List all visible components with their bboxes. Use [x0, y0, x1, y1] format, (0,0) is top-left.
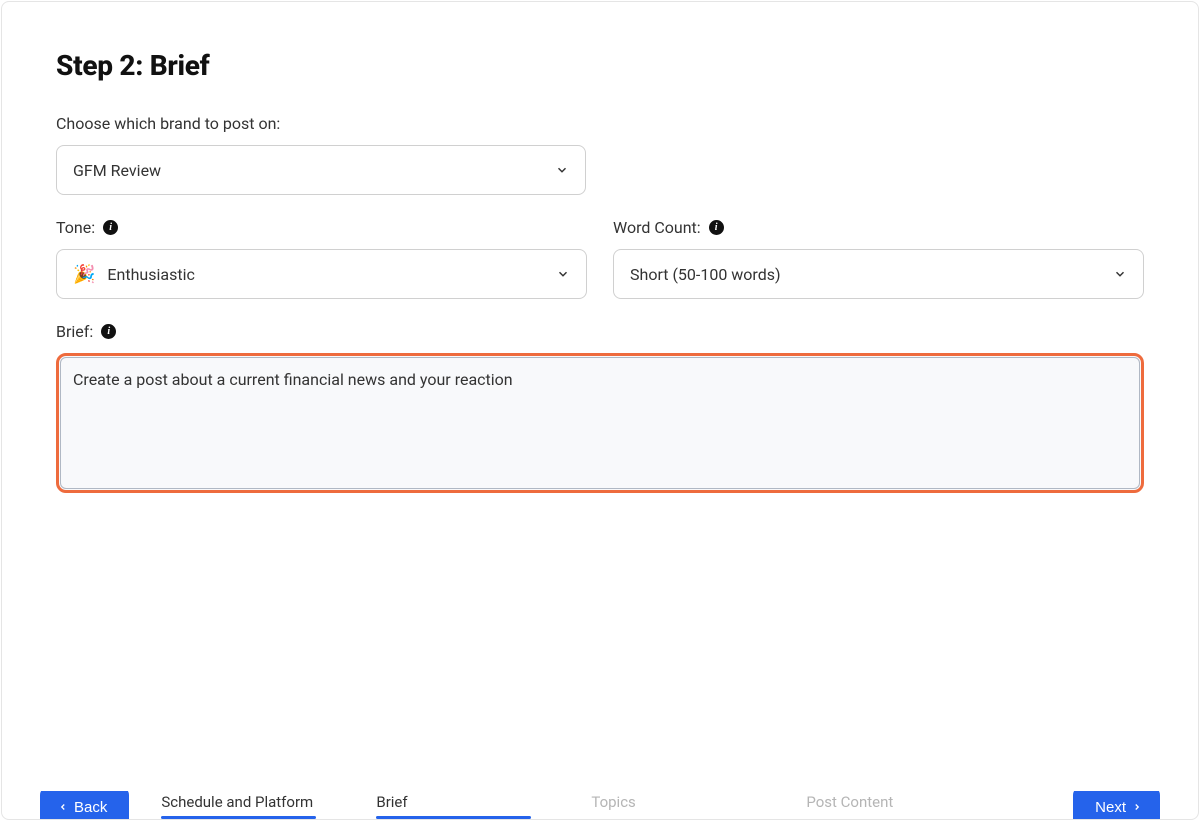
tone-field: Tone: i 🎉 Enthusiastic: [56, 218, 587, 299]
chevron-down-icon: [556, 267, 570, 281]
chevron-down-icon: [555, 163, 569, 177]
next-button-label: Next: [1095, 799, 1126, 816]
step-title: Step 2: Brief: [56, 49, 1144, 82]
progress-steps: Schedule and Platform Brief Topics Post …: [161, 793, 1073, 817]
wizard-footer: Back Schedule and Platform Brief Topics …: [2, 791, 1198, 819]
brief-textarea[interactable]: [56, 353, 1144, 493]
word-count-label: Word Count: i: [613, 218, 1144, 237]
next-button[interactable]: Next: [1073, 791, 1160, 819]
info-icon[interactable]: i: [103, 220, 118, 235]
brand-field: Choose which brand to post on: GFM Revie…: [56, 114, 1144, 195]
step-topics[interactable]: Topics: [591, 793, 746, 817]
brand-select[interactable]: GFM Review: [56, 145, 586, 195]
tone-selected-value: Enthusiastic: [107, 265, 194, 284]
chevron-right-icon: [1132, 802, 1142, 812]
tone-select[interactable]: 🎉 Enthusiastic: [56, 249, 587, 299]
tone-label: Tone: i: [56, 218, 587, 237]
chevron-down-icon: [1113, 267, 1127, 281]
back-button-label: Back: [74, 799, 107, 816]
brand-label-text: Choose which brand to post on:: [56, 114, 280, 133]
brief-field: Brief: i: [56, 322, 1144, 497]
brief-label-text: Brief:: [56, 322, 93, 341]
step-schedule-and-platform[interactable]: Schedule and Platform: [161, 793, 316, 817]
back-button[interactable]: Back: [40, 791, 129, 819]
wizard-panel: Step 2: Brief Choose which brand to post…: [1, 1, 1199, 820]
tone-label-text: Tone:: [56, 218, 95, 237]
chevron-left-icon: [58, 802, 68, 812]
word-count-selected-value: Short (50-100 words): [630, 265, 781, 284]
party-popper-icon: 🎉: [73, 264, 95, 285]
word-count-label-text: Word Count:: [613, 218, 701, 237]
brand-label: Choose which brand to post on:: [56, 114, 1144, 133]
brand-selected-value: GFM Review: [73, 161, 161, 180]
word-count-field: Word Count: i Short (50-100 words): [613, 218, 1144, 299]
info-icon[interactable]: i: [709, 220, 724, 235]
word-count-select[interactable]: Short (50-100 words): [613, 249, 1144, 299]
step-brief[interactable]: Brief: [376, 793, 531, 817]
brief-label: Brief: i: [56, 322, 1144, 341]
step-post-content[interactable]: Post Content: [806, 793, 961, 817]
info-icon[interactable]: i: [101, 324, 116, 339]
